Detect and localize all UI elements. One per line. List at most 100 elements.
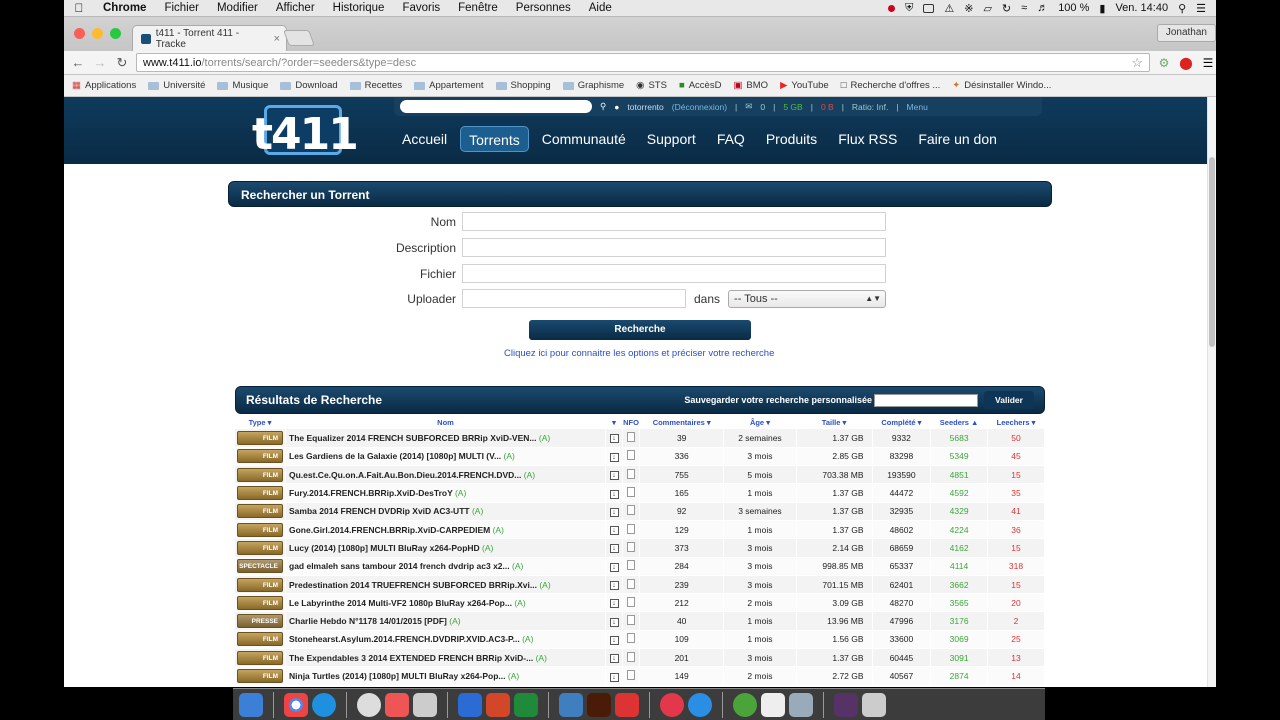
col-commentaires[interactable]: Commentaires ▾ (639, 415, 725, 429)
table-row[interactable]: FILM Qu.est.Ce.Qu.on.A.Fait.Au.Bon.Dieu.2… (235, 465, 1045, 485)
bluetooth-icon[interactable]: ※ (964, 2, 973, 15)
clock[interactable]: Ven. 14:40 (1115, 2, 1168, 14)
preview-icon[interactable] (413, 692, 437, 717)
word-icon[interactable] (458, 692, 482, 717)
type-cell[interactable]: SPECTACLE (235, 557, 286, 576)
back-icon[interactable]: ← (70, 55, 86, 70)
chrome-menu-icon[interactable]: ☰ (1200, 55, 1216, 71)
download-icon[interactable]: ↓ (609, 452, 619, 462)
site-search-icon[interactable]: ⚲ (600, 101, 606, 112)
name-cell[interactable]: Gone.Girl.2014.FRENCH.BRRip.XviD-CARPEDI… (285, 520, 606, 540)
bookmark-bmo[interactable]: ▣ BMO (733, 80, 768, 91)
download-cell[interactable]: ↓ (605, 593, 623, 613)
utorrent-icon[interactable] (733, 692, 757, 717)
col-sort-dl[interactable]: ▾ (605, 415, 623, 429)
download-icon[interactable]: ↓ (609, 489, 619, 499)
torrent-name-link[interactable]: The Expendables 3 2014 EXTENDED FRENCH B… (289, 653, 533, 663)
name-cell[interactable]: Fury.2014.FRENCH.BRRip.XviD-DesTroY (A) (285, 483, 606, 503)
menu-app[interactable]: Chrome (94, 2, 155, 14)
nfo-cell[interactable] (622, 611, 640, 631)
tab-close-icon[interactable]: × (274, 33, 280, 45)
download-cell[interactable]: ↓ (605, 666, 623, 686)
download-cell[interactable]: ↓ (605, 520, 623, 540)
name-cell[interactable]: gad elmaleh sans tambour 2014 french dvd… (285, 557, 606, 576)
illustrator-icon[interactable] (587, 692, 611, 717)
category-badge[interactable]: FILM (237, 486, 283, 501)
menu-aide[interactable]: Aide (580, 2, 621, 14)
spotlight-icon[interactable]: ⚲ (1178, 2, 1186, 15)
download-icon[interactable]: ↓ (609, 635, 619, 645)
nfo-icon[interactable] (627, 651, 635, 662)
shield-icon[interactable]: ⛨ (905, 2, 913, 15)
type-cell[interactable]: FILM (235, 520, 286, 540)
name-cell[interactable]: Le Labyrinthe 2014 Multi-VF2 1080p BluRa… (285, 593, 606, 613)
search-help-link[interactable]: Cliquez ici pour connaitre les options e… (504, 348, 774, 359)
download-cell[interactable]: ↓ (605, 483, 623, 503)
download-cell[interactable]: ↓ (605, 502, 623, 521)
nfo-cell[interactable] (622, 447, 640, 467)
nom-input[interactable] (462, 212, 886, 231)
profile-button[interactable]: Jonathan (1156, 24, 1216, 42)
itunes-icon[interactable] (660, 692, 684, 717)
nfo-icon[interactable] (627, 670, 635, 680)
bookmark-graphisme[interactable]: Graphisme (562, 80, 624, 91)
name-cell[interactable]: Ninja Turtles (2014) [1080p] MULTI BluRa… (285, 666, 606, 686)
type-cell[interactable]: FILM (235, 575, 286, 595)
table-row[interactable]: FILM Le Labyrinthe 2014 Multi-VF2 1080p B… (235, 593, 1045, 613)
name-cell[interactable]: Samba 2014 FRENCH DVDRip XviD AC3-UTT (A… (285, 502, 606, 521)
download-cell[interactable]: ↓ (605, 429, 623, 448)
bookmark-download[interactable]: Download (280, 80, 338, 91)
bookmark-appartement[interactable]: Appartement (414, 80, 484, 91)
description-input[interactable] (462, 238, 886, 257)
name-cell[interactable]: Stonehearst.Asylum.2014.FRENCH.DVDRIP.XV… (285, 630, 606, 650)
textedit-icon[interactable] (761, 692, 785, 717)
battery-label[interactable]: 100 % (1058, 2, 1089, 14)
table-row[interactable]: PRESSE Charlie Hebdo N°1178 14/01/2015 [P… (235, 611, 1045, 631)
nfo-cell[interactable] (622, 575, 640, 595)
category-badge[interactable]: FILM (237, 504, 283, 519)
minimize-window-button[interactable] (92, 28, 103, 39)
table-row[interactable]: FILM The Expendables 3 2014 EXTENDED FREN… (235, 648, 1045, 668)
category-badge[interactable]: FILM (237, 632, 283, 647)
extension-icon[interactable]: ⚙ (1156, 55, 1172, 71)
nfo-icon[interactable] (627, 468, 635, 479)
category-badge[interactable]: FILM (237, 650, 283, 665)
apple-app-icon[interactable] (615, 692, 639, 717)
category-badge[interactable]: FILM (237, 449, 283, 464)
download-icon[interactable]: ↓ (609, 434, 619, 444)
menu-link[interactable]: Menu (907, 102, 928, 112)
type-cell[interactable]: FILM (235, 666, 286, 686)
table-row[interactable]: FILM Ninja Turtles (2014) [1080p] MULTI B… (235, 666, 1045, 686)
torrent-name-link[interactable]: Charlie Hebdo N°1178 14/01/2015 [PDF] (289, 616, 447, 626)
download-icon[interactable]: ↓ (609, 581, 619, 591)
type-cell[interactable]: FILM (235, 502, 286, 521)
nav-torrents[interactable]: Torrents (460, 126, 529, 152)
category-badge[interactable]: FILM (237, 467, 283, 482)
scroll-thumb[interactable] (1209, 157, 1215, 347)
name-cell[interactable]: Lucy (2014) [1080p] MULTI BluRay x264-Po… (285, 538, 606, 558)
fichier-input[interactable] (462, 264, 886, 283)
table-row[interactable]: FILM Les Gardiens de la Galaxie (2014) [1… (235, 447, 1045, 467)
username[interactable]: totorrento (627, 102, 663, 112)
type-cell[interactable]: FILM (235, 483, 286, 503)
download-icon[interactable]: ↓ (609, 562, 619, 572)
menu-fenetre[interactable]: Fenêtre (449, 2, 507, 14)
chrome-icon[interactable] (284, 692, 308, 717)
category-badge[interactable]: SPECTACLE (237, 559, 283, 574)
message-count[interactable]: 0 (760, 102, 765, 112)
download-cell[interactable]: ↓ (605, 611, 623, 631)
nfo-icon[interactable] (627, 523, 635, 534)
nfo-cell[interactable] (622, 557, 640, 576)
nfo-cell[interactable] (622, 538, 640, 558)
category-badge[interactable]: PRESSE (237, 614, 283, 629)
t411-logo[interactable]: t411 (252, 105, 359, 160)
menu-fichier[interactable]: Fichier (155, 2, 208, 14)
table-row[interactable]: FILM The Equalizer 2014 FRENCH SUBFORCED … (235, 429, 1045, 448)
col-age[interactable]: Âge ▾ (723, 415, 797, 429)
nav-flux-rss[interactable]: Flux RSS (830, 126, 905, 152)
category-badge[interactable]: FILM (237, 595, 283, 610)
download-icon[interactable]: ↓ (609, 654, 619, 664)
bookmark-musique[interactable]: Musique (217, 80, 268, 91)
download-cell[interactable]: ↓ (605, 630, 623, 650)
close-window-button[interactable] (74, 28, 85, 39)
